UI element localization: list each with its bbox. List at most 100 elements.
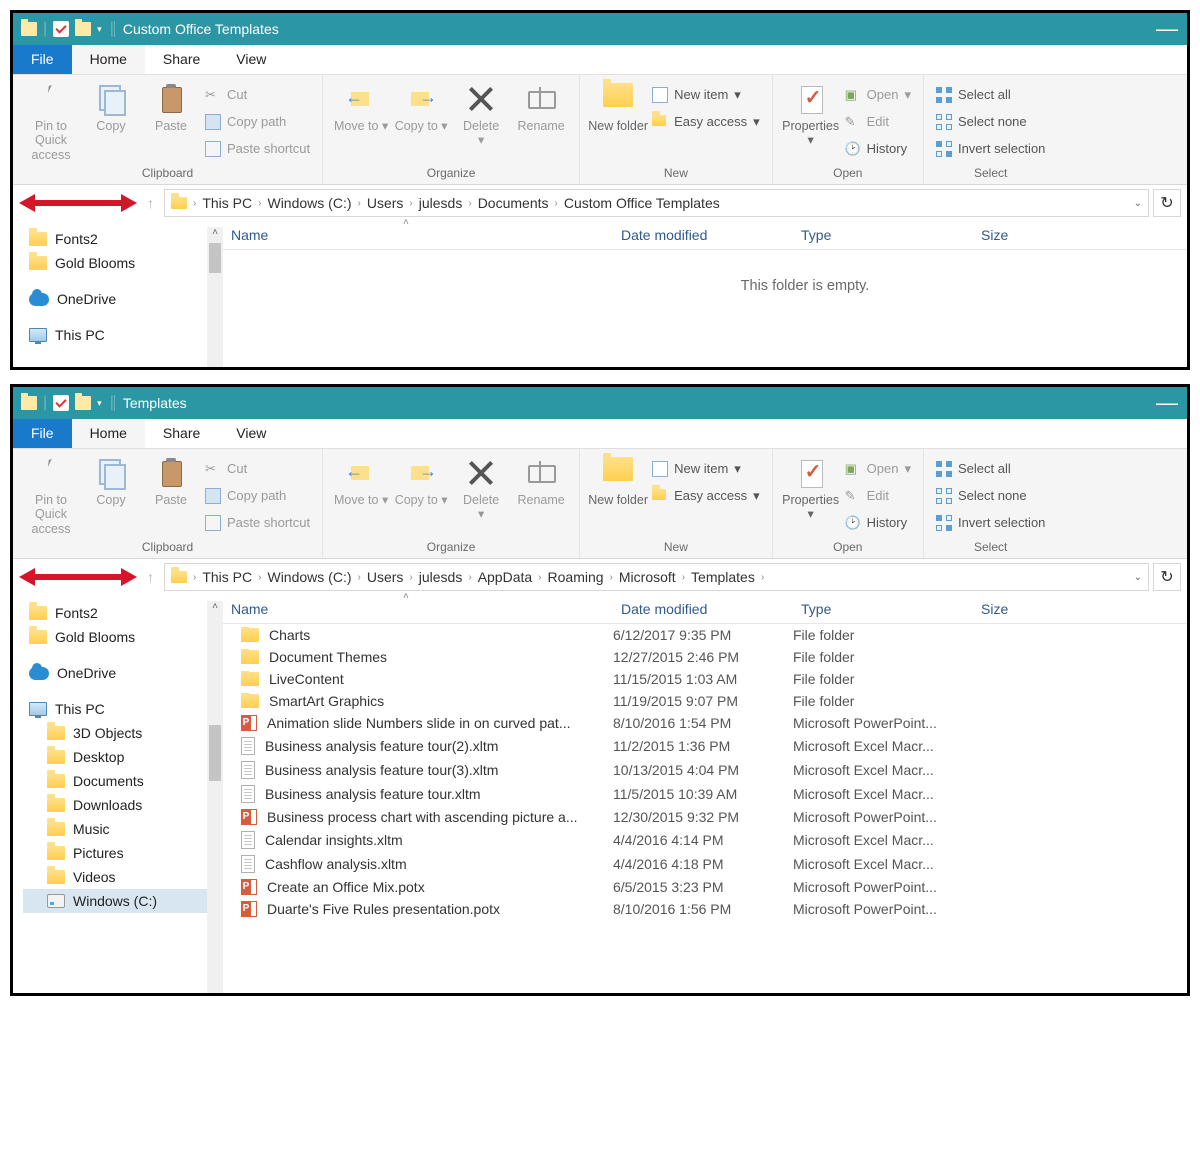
- breadcrumb-segment[interactable]: julesds: [419, 569, 463, 585]
- refresh-button[interactable]: ↻: [1153, 563, 1181, 591]
- qat-dropdown-icon[interactable]: ▾: [97, 24, 102, 35]
- file-row[interactable]: Business analysis feature tour(2).xltm 1…: [223, 734, 1187, 758]
- tab-share[interactable]: Share: [145, 419, 218, 448]
- tab-file[interactable]: File: [13, 45, 72, 74]
- sidebar-item[interactable]: Documents: [23, 769, 223, 793]
- paste-button[interactable]: Paste: [141, 453, 201, 538]
- file-row[interactable]: Charts 6/12/2017 9:35 PM File folder: [223, 624, 1187, 646]
- tab-share[interactable]: Share: [145, 45, 218, 74]
- refresh-button[interactable]: ↻: [1153, 189, 1181, 217]
- file-row[interactable]: SmartArt Graphics 11/19/2015 9:07 PM Fil…: [223, 690, 1187, 712]
- file-row[interactable]: Business analysis feature tour(3).xltm 1…: [223, 758, 1187, 782]
- breadcrumb-segment[interactable]: Documents: [478, 195, 549, 211]
- file-row[interactable]: Business process chart with ascending pi…: [223, 806, 1187, 828]
- breadcrumb-segment[interactable]: Users: [367, 569, 404, 585]
- edit-button[interactable]: ✎Edit: [845, 485, 911, 507]
- open-button[interactable]: ▣Open ▾: [845, 458, 911, 480]
- minimize-button[interactable]: —: [1147, 392, 1187, 414]
- select-all-button[interactable]: Select all: [936, 458, 1045, 480]
- titlebar[interactable]: | ▾ | Custom Office Templates —: [13, 13, 1187, 45]
- file-row[interactable]: Document Themes 12/27/2015 2:46 PM File …: [223, 646, 1187, 668]
- column-header-size[interactable]: Size: [973, 227, 1187, 243]
- invert-selection-button[interactable]: Invert selection: [936, 512, 1045, 534]
- file-row[interactable]: Business analysis feature tour.xltm 11/5…: [223, 782, 1187, 806]
- tab-home[interactable]: Home: [72, 45, 145, 74]
- nav-up-button[interactable]: ↑: [141, 569, 160, 585]
- breadcrumb-segment[interactable]: julesds: [419, 195, 463, 211]
- tab-view[interactable]: View: [218, 45, 284, 74]
- select-none-button[interactable]: Select none: [936, 485, 1045, 507]
- sidebar-scrollbar[interactable]: ˄: [207, 227, 223, 367]
- copy-button[interactable]: Copy: [81, 453, 141, 538]
- qat-dropdown-icon[interactable]: ▾: [97, 398, 102, 409]
- copy-path-button[interactable]: Copy path: [205, 111, 310, 133]
- breadcrumb-segment[interactable]: Users: [367, 195, 404, 211]
- sidebar-item[interactable]: Downloads: [23, 793, 223, 817]
- nav-up-button[interactable]: ↑: [141, 195, 160, 211]
- column-header-date[interactable]: Date modified: [613, 601, 793, 617]
- invert-selection-button[interactable]: Invert selection: [936, 138, 1045, 160]
- file-row[interactable]: Create an Office Mix.potx 6/5/2015 3:23 …: [223, 876, 1187, 898]
- breadcrumb-segment[interactable]: Roaming: [548, 569, 604, 585]
- sidebar-item[interactable]: This PC: [23, 323, 223, 347]
- cut-button[interactable]: ✂Cut: [205, 84, 310, 106]
- scroll-thumb[interactable]: [209, 243, 221, 273]
- address-bar[interactable]: ›This PC›Windows (C:)›Users›julesds›AppD…: [164, 563, 1149, 591]
- paste-shortcut-button[interactable]: Paste shortcut: [205, 512, 310, 534]
- scroll-up-icon[interactable]: ˄: [207, 227, 223, 243]
- chevron-down-icon[interactable]: ⌄: [1134, 198, 1142, 209]
- copy-to-button[interactable]: Copy to ▾: [391, 79, 451, 164]
- sidebar-item[interactable]: Windows (C:): [23, 889, 223, 913]
- copy-path-button[interactable]: Copy path: [205, 485, 310, 507]
- sidebar-item[interactable]: 3D Objects: [23, 721, 223, 745]
- properties-qat-icon[interactable]: [53, 395, 69, 411]
- move-to-button[interactable]: Move to ▾: [331, 79, 391, 164]
- select-all-button[interactable]: Select all: [936, 84, 1045, 106]
- file-row[interactable]: Calendar insights.xltm 4/4/2016 4:14 PM …: [223, 828, 1187, 852]
- tab-file[interactable]: File: [13, 419, 72, 448]
- delete-button[interactable]: Delete▾: [451, 79, 511, 164]
- copy-button[interactable]: Copy: [81, 79, 141, 164]
- titlebar[interactable]: | ▾ | Templates —: [13, 387, 1187, 419]
- file-row[interactable]: Cashflow analysis.xltm 4/4/2016 4:18 PM …: [223, 852, 1187, 876]
- sidebar-item[interactable]: OneDrive: [23, 287, 223, 311]
- column-header-date[interactable]: Date modified: [613, 227, 793, 243]
- sidebar-item[interactable]: This PC: [23, 697, 223, 721]
- folder-icon[interactable]: [75, 396, 91, 410]
- sidebar-item[interactable]: Fonts2: [23, 601, 223, 625]
- move-to-button[interactable]: Move to ▾: [331, 453, 391, 538]
- breadcrumb-segment[interactable]: AppData: [478, 569, 532, 585]
- rename-button[interactable]: Rename: [511, 79, 571, 164]
- sidebar-item[interactable]: Gold Blooms: [23, 625, 223, 649]
- paste-shortcut-button[interactable]: Paste shortcut: [205, 138, 310, 160]
- new-item-button[interactable]: New item ▾: [652, 458, 760, 480]
- column-header-size[interactable]: Size: [973, 601, 1187, 617]
- new-folder-button[interactable]: New folder: [588, 79, 648, 164]
- scroll-up-icon[interactable]: ˄: [207, 601, 223, 617]
- chevron-down-icon[interactable]: ⌄: [1134, 572, 1142, 583]
- sidebar-item[interactable]: Gold Blooms: [23, 251, 223, 275]
- file-row[interactable]: LiveContent 11/15/2015 1:03 AM File fold…: [223, 668, 1187, 690]
- copy-to-button[interactable]: Copy to ▾: [391, 453, 451, 538]
- column-header-name[interactable]: ˄Name: [223, 227, 613, 243]
- minimize-button[interactable]: —: [1147, 18, 1187, 40]
- delete-button[interactable]: Delete▾: [451, 453, 511, 538]
- sidebar-item[interactable]: Videos: [23, 865, 223, 889]
- breadcrumb-segment[interactable]: Templates: [691, 569, 755, 585]
- pin-to-quick-access-button[interactable]: Pin to Quick access: [21, 453, 81, 538]
- folder-icon[interactable]: [75, 22, 91, 36]
- sidebar-item[interactable]: Music: [23, 817, 223, 841]
- history-button[interactable]: 🕑History: [845, 512, 911, 534]
- edit-button[interactable]: ✎Edit: [845, 111, 911, 133]
- easy-access-button[interactable]: Easy access ▾: [652, 485, 760, 507]
- new-item-button[interactable]: New item ▾: [652, 84, 760, 106]
- rename-button[interactable]: Rename: [511, 453, 571, 538]
- sidebar-scrollbar[interactable]: ˄: [207, 601, 223, 993]
- sidebar-item[interactable]: OneDrive: [23, 661, 223, 685]
- breadcrumb-segment[interactable]: This PC: [202, 569, 252, 585]
- scroll-thumb[interactable]: [209, 725, 221, 781]
- breadcrumb-segment[interactable]: Windows (C:): [267, 569, 351, 585]
- properties-button[interactable]: Properties▾: [781, 79, 841, 164]
- easy-access-button[interactable]: Easy access ▾: [652, 111, 760, 133]
- properties-button[interactable]: Properties▾: [781, 453, 841, 538]
